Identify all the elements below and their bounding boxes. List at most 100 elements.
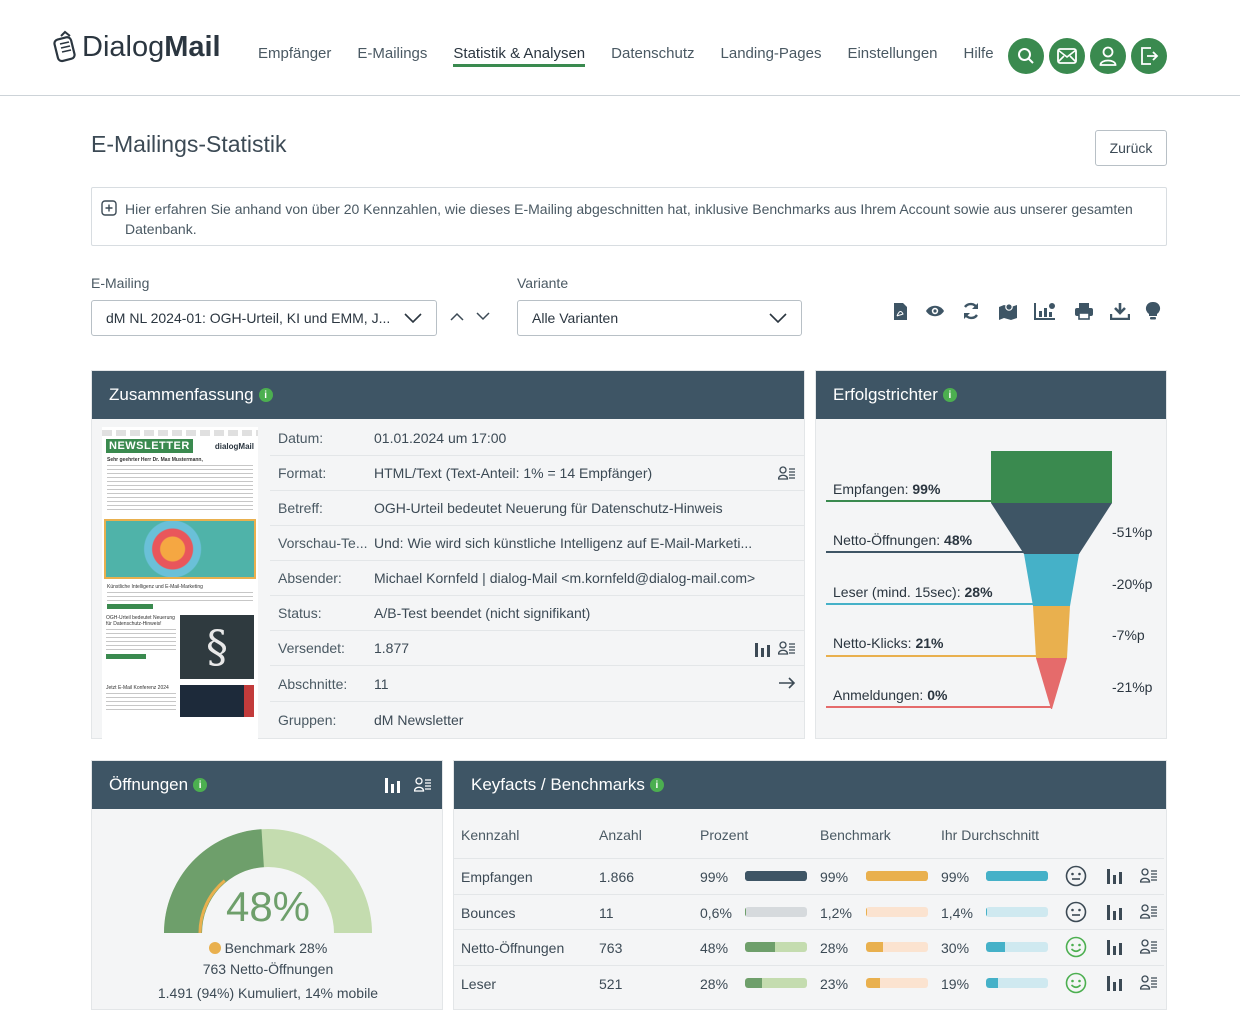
variant-select[interactable]: Alle Varianten: [517, 300, 802, 336]
funnel-segment-anmeldungen: [1036, 658, 1067, 709]
newsletter-preview[interactable]: NEWSLETTER dialogMail Sehr geehrter Herr…: [102, 427, 258, 739]
info-icon[interactable]: i: [259, 388, 273, 402]
funnel-segment-empfangen: [991, 451, 1112, 503]
mail-logo-icon: [53, 30, 79, 64]
print-button[interactable]: [1073, 300, 1095, 322]
benchmark-bar-fill: [866, 978, 880, 988]
recipients-list-icon[interactable]: [1140, 868, 1158, 883]
refresh-button[interactable]: [960, 300, 982, 322]
pdf-button[interactable]: [889, 300, 911, 322]
smiley-neutral-icon: [1065, 901, 1087, 923]
durchschnitt-bar-fill: [986, 907, 987, 917]
funnel-stage-name: Netto-Klicks:: [833, 635, 912, 651]
durchschnitt-bar: [986, 871, 1048, 881]
bar-chart-icon[interactable]: [754, 641, 772, 657]
durchschnitt-bar-fill: [986, 871, 1047, 881]
funnel-label-anmeldungen: Anmeldungen: 0%: [833, 687, 947, 703]
tips-button[interactable]: [1142, 300, 1164, 322]
previous-mailing-icon[interactable]: [450, 312, 464, 321]
nav-einstellungen[interactable]: Einstellungen: [847, 45, 937, 67]
newsletter-ki-heading: Künstliche Intelligenz und E-Mail-Market…: [107, 584, 253, 590]
logo-text-light: Dialog: [82, 31, 164, 64]
mailing-label: E-Mailing: [91, 275, 149, 291]
summary-value: HTML/Text (Text-Anteil: 1% = 14 Empfänge…: [374, 465, 804, 481]
bar-chart-icon[interactable]: [1106, 974, 1124, 991]
durchschnitt-cell: 19%: [941, 976, 969, 992]
opens-title: Öffnungen: [109, 775, 188, 795]
keyfacts-panel: Keyfacts / Benchmarksi Kennzahl Anzahl P…: [453, 760, 1167, 1010]
benchmark-bar-fill: [866, 907, 867, 917]
durchschnitt-bar-fill: [986, 978, 998, 988]
recipients-list-icon[interactable]: [778, 641, 796, 655]
preview-button[interactable]: [924, 300, 946, 322]
expand-icon[interactable]: [101, 200, 117, 216]
col-prozent: Prozent: [700, 827, 748, 857]
opens-cumulative: 1.491 (94%) Kumuliert, 14% mobile: [92, 985, 444, 1001]
smiley-happy-icon: [1065, 936, 1087, 958]
funnel-segment-oeffnungen: [991, 503, 1112, 554]
funnel-stage-name: Netto-Öffnungen:: [833, 532, 940, 548]
nav-e-mailings[interactable]: E-Mailings: [357, 45, 427, 67]
table-row: Empfangen1.86699%99%99%: [454, 858, 1164, 893]
nav-empfaenger[interactable]: Empfänger: [258, 45, 331, 67]
funnel-diff-3: -7%p: [1112, 627, 1145, 643]
search-button[interactable]: [1008, 38, 1044, 74]
bar-chart-icon[interactable]: [1106, 867, 1124, 884]
benchmark-bar: [866, 871, 928, 881]
funnel-stage-value: 28%: [965, 584, 993, 600]
messages-button[interactable]: [1049, 38, 1085, 74]
benchmark-bar-fill: [866, 871, 927, 881]
bar-chart-icon[interactable]: [1106, 903, 1124, 920]
info-icon[interactable]: i: [193, 778, 207, 792]
dialogmail-logo[interactable]: DialogMail: [53, 30, 221, 64]
newsletter-ogh-heading: OGH-Urteil bedeutet Neuerung für Datensc…: [106, 615, 176, 627]
next-mailing-icon[interactable]: [476, 312, 490, 321]
benchmark-bar: [866, 942, 928, 952]
funnel-diff-2: -20%p: [1112, 576, 1152, 592]
chart-button[interactable]: [1034, 300, 1056, 322]
recipients-list-icon[interactable]: [1140, 939, 1158, 954]
map-button[interactable]: [997, 300, 1019, 322]
bar-chart-icon[interactable]: [384, 776, 402, 793]
nav-hilfe[interactable]: Hilfe: [964, 45, 994, 67]
benchmark-cell: 23%: [820, 976, 848, 992]
keyfacts-header: Keyfacts / Benchmarksi: [454, 761, 1166, 809]
recipients-list-icon[interactable]: [778, 466, 796, 480]
prozent-bar-fill: [745, 978, 762, 988]
summary-value: OGH-Urteil bedeutet Neuerung für Datensc…: [374, 500, 804, 516]
summary-row-datum: Datum:01.01.2024 um 17:00: [270, 421, 804, 456]
newsletter-konferenz-image: [180, 685, 254, 717]
recipients-list-icon[interactable]: [1140, 904, 1158, 919]
info-icon[interactable]: i: [650, 778, 664, 792]
download-button[interactable]: [1109, 300, 1131, 322]
arrow-right-icon[interactable]: [778, 677, 796, 689]
recipients-list-icon[interactable]: [414, 777, 432, 792]
kennzahl-cell: Empfangen: [461, 869, 533, 885]
nav-statistik[interactable]: Statistik & Analysen: [453, 45, 585, 67]
benchmark-dot: [209, 942, 221, 954]
durchschnitt-cell: 1,4%: [941, 905, 973, 921]
eye-icon: [925, 304, 945, 318]
summary-row-versendet: Versendet:1.877: [270, 631, 804, 666]
funnel-segment-leser: [1024, 554, 1079, 606]
summary-row-gruppen: Gruppen:dM Newsletter: [270, 702, 804, 737]
col-kennzahl: Kennzahl: [461, 827, 519, 857]
prozent-cell: 48%: [700, 940, 728, 956]
mailing-select[interactable]: dM NL 2024-01: OGH-Urteil, KI und EMM, J…: [91, 300, 437, 336]
nav-landing-pages[interactable]: Landing-Pages: [721, 45, 822, 67]
bar-chart-icon[interactable]: [1106, 938, 1124, 955]
logout-icon: [1139, 46, 1159, 66]
search-icon: [1017, 47, 1035, 65]
summary-title: Zusammenfassung: [109, 385, 254, 405]
benchmark-cell: 28%: [820, 940, 848, 956]
recipients-list-icon[interactable]: [1140, 975, 1158, 990]
logo-text-bold: Mail: [164, 31, 220, 64]
benchmark-cell: 1,2%: [820, 905, 852, 921]
profile-button[interactable]: [1090, 38, 1126, 74]
nav-datenschutz[interactable]: Datenschutz: [611, 45, 694, 67]
back-button[interactable]: Zurück: [1095, 130, 1167, 166]
col-durchschnitt: Ihr Durchschnitt: [941, 827, 1039, 857]
summary-key: Betreff:: [270, 500, 374, 516]
opens-panel: Öffnungeni 48% Benchmark 28% 763 Netto-Ö…: [91, 760, 443, 1010]
logout-button[interactable]: [1131, 38, 1167, 74]
